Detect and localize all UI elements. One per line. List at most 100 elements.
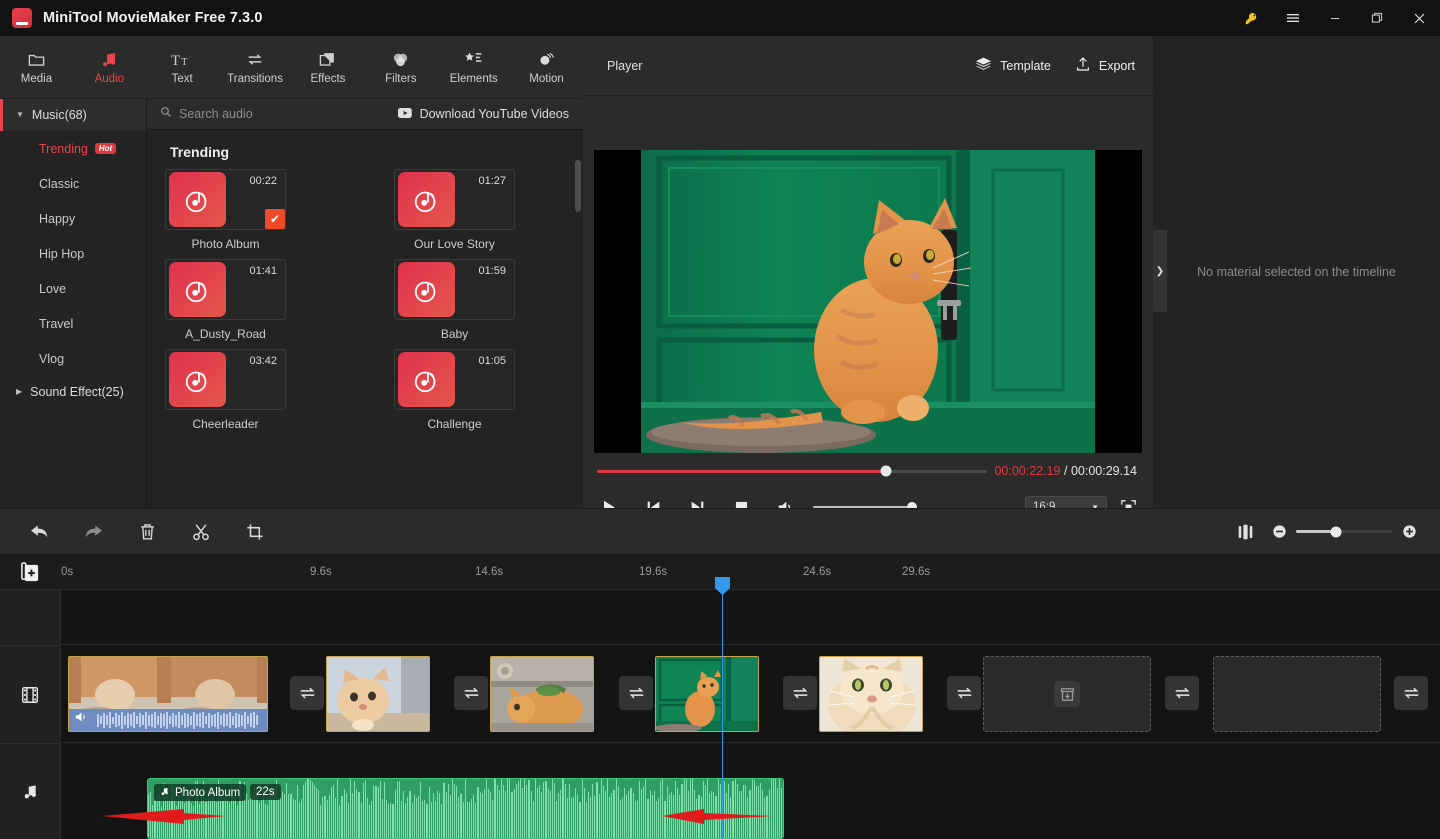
tab-transitions[interactable]: Transitions <box>219 36 292 99</box>
audio-clip-photo-album[interactable]: Photo Album 22s <box>147 778 784 839</box>
tab-audio[interactable]: Audio <box>73 36 146 99</box>
waveform-bar <box>715 796 717 838</box>
tab-media-label: Media <box>20 73 53 85</box>
clip-volume-icon[interactable] <box>75 710 88 728</box>
search-input[interactable]: Search audio <box>147 105 398 123</box>
track-row-video[interactable] <box>61 645 1440 743</box>
timeline-zoom-slider[interactable] <box>1296 526 1392 537</box>
redo-icon[interactable] <box>66 508 120 555</box>
transition-button[interactable] <box>947 676 981 710</box>
waveform-bar <box>651 795 653 838</box>
category-group-music-label: Music(68) <box>31 108 87 122</box>
waveform-bar <box>662 779 664 838</box>
undo-icon[interactable] <box>12 508 66 555</box>
sidebar-item-vlog[interactable]: Vlog <box>0 341 146 376</box>
track-row-overlay[interactable] <box>61 590 1440 645</box>
export-button[interactable]: Export <box>1075 56 1135 75</box>
tab-effects[interactable]: Effects <box>292 36 365 99</box>
sidebar-item-trending[interactable]: Trending Hot <box>0 131 146 166</box>
audio-card[interactable]: 01:41 A_Dusty_Road <box>165 259 286 341</box>
playhead-line[interactable] <box>722 590 723 839</box>
crop-icon[interactable] <box>228 508 282 555</box>
audio-track-icon[interactable] <box>0 743 60 839</box>
menu-icon[interactable] <box>1272 0 1314 36</box>
tab-filters-label: Filters <box>385 73 417 85</box>
transition-button[interactable] <box>290 676 324 710</box>
waveform-bar <box>562 779 564 838</box>
sidebar-item-classic[interactable]: Classic <box>0 166 146 201</box>
app-logo-icon <box>12 8 32 28</box>
tab-motion[interactable]: Motion <box>510 36 583 99</box>
waveform-bar <box>383 781 385 838</box>
video-preview-stage[interactable] <box>594 150 1142 453</box>
panel-collapse-handle[interactable]: ❯ <box>1153 230 1167 312</box>
waveform-bar <box>152 804 154 838</box>
audio-selected-check-icon[interactable]: ✔ <box>265 209 285 229</box>
audio-card[interactable]: 00:22 ✔ Photo Album <box>165 169 286 251</box>
template-button[interactable]: Template <box>975 56 1051 75</box>
library-scrollbar-thumb[interactable] <box>575 160 581 212</box>
transition-button[interactable] <box>619 676 653 710</box>
audio-card[interactable]: 03:42 Cheerleader <box>165 349 286 431</box>
video-clip-cat-green-door[interactable] <box>655 656 759 732</box>
minimize-icon[interactable] <box>1314 0 1356 36</box>
waveform-bar <box>649 790 651 838</box>
waveform-bar <box>624 788 626 838</box>
waveform-bar <box>352 792 354 838</box>
audio-card[interactable]: 01:05 Challenge <box>394 349 515 431</box>
maximize-icon[interactable] <box>1356 0 1398 36</box>
waveform-bar <box>264 804 266 838</box>
trash-icon[interactable] <box>120 508 174 555</box>
waveform-bar <box>288 793 290 838</box>
tab-text[interactable]: TT Text <box>146 36 219 99</box>
zoom-handle[interactable] <box>1330 526 1342 537</box>
scissors-icon[interactable] <box>174 508 228 555</box>
waveform-bar <box>290 793 292 838</box>
category-group-sound-effect[interactable]: ▶ Sound Effect(25) <box>0 376 146 408</box>
sidebar-item-travel[interactable]: Travel <box>0 306 146 341</box>
waveform-bar <box>643 786 645 838</box>
waveform-bar <box>358 792 360 838</box>
transition-button[interactable] <box>1165 676 1199 710</box>
audio-name: Our Love Story <box>414 237 495 251</box>
audio-duration: 01:59 <box>478 265 506 277</box>
main-toolbar: Media Audio TT Text Transitions Effects … <box>0 36 583 99</box>
video-track-icon[interactable] <box>0 645 60 743</box>
transition-button[interactable] <box>1394 676 1428 710</box>
tab-elements[interactable]: Elements <box>437 36 510 99</box>
waveform-bar <box>645 779 647 838</box>
waveform-bar <box>398 781 400 838</box>
video-clip-cat-on-stone[interactable] <box>490 656 594 732</box>
video-clip-fluffy-cat[interactable] <box>819 656 923 732</box>
library-scrollbar[interactable] <box>575 160 581 508</box>
clip-placeholder-import[interactable] <box>983 656 1151 732</box>
seek-handle[interactable] <box>880 465 892 477</box>
audio-card[interactable]: 01:59 Baby <box>394 259 515 341</box>
close-icon[interactable] <box>1398 0 1440 36</box>
waveform-bar <box>704 784 706 838</box>
download-youtube-button[interactable]: Download YouTube Videos <box>397 107 583 122</box>
seek-slider[interactable] <box>597 465 987 477</box>
audio-card[interactable]: 01:27 Our Love Story <box>394 169 515 251</box>
add-media-icon[interactable] <box>20 562 41 588</box>
waveform-bar <box>371 800 373 838</box>
clip-placeholder-empty[interactable] <box>1213 656 1381 732</box>
track-row-audio[interactable]: Photo Album 22s <box>61 743 1440 839</box>
waveform-bar <box>541 792 543 838</box>
audio-art-icon <box>169 352 226 407</box>
fit-timeline-icon[interactable] <box>1228 512 1262 552</box>
sidebar-item-love[interactable]: Love <box>0 271 146 306</box>
transition-button[interactable] <box>783 676 817 710</box>
key-icon[interactable] <box>1230 0 1272 36</box>
zoom-out-button[interactable] <box>1262 512 1296 552</box>
sidebar-item-hiphop[interactable]: Hip Hop <box>0 236 146 271</box>
category-group-music[interactable]: ▼ Music(68) <box>0 99 146 131</box>
zoom-in-button[interactable] <box>1392 512 1426 552</box>
tab-filters[interactable]: Filters <box>364 36 437 99</box>
transition-button[interactable] <box>454 676 488 710</box>
waveform-bar <box>753 779 755 838</box>
sidebar-item-happy[interactable]: Happy <box>0 201 146 236</box>
tab-media[interactable]: Media <box>0 36 73 99</box>
video-clip-kitten-closeup[interactable] <box>326 656 430 732</box>
video-clip-kitten-on-couch[interactable] <box>68 656 268 732</box>
